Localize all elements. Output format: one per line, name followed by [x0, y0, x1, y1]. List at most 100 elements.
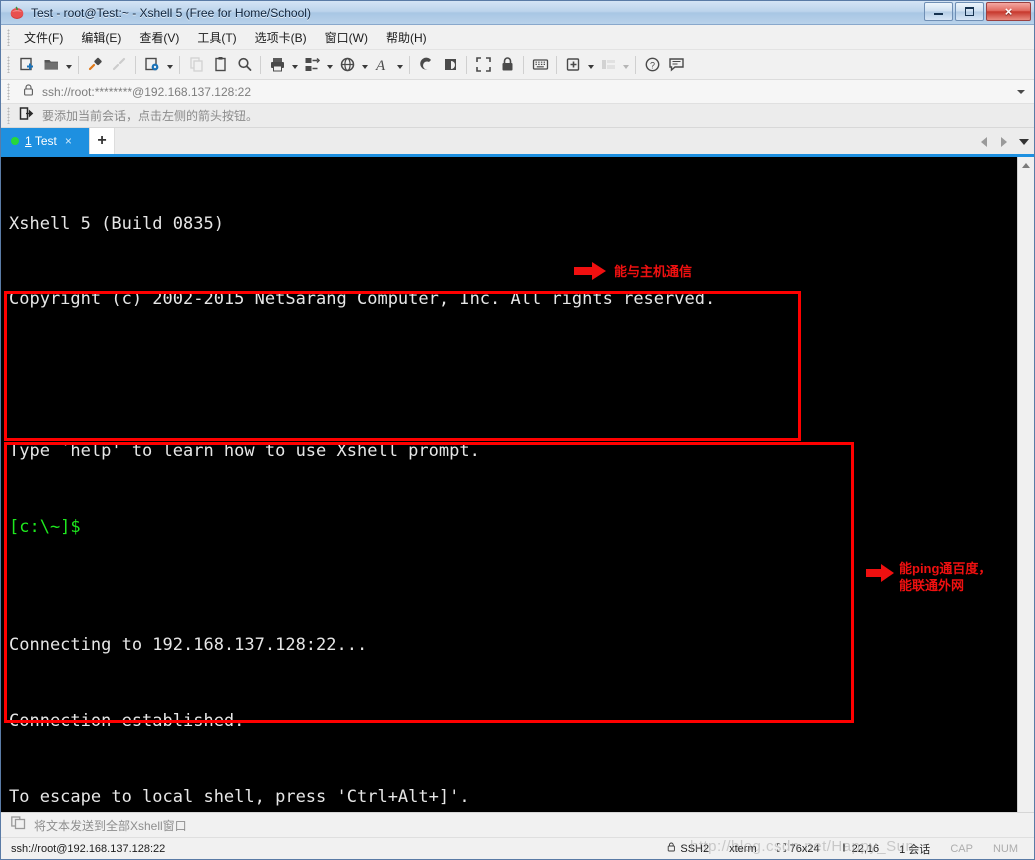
help-icon[interactable]: ?: [640, 53, 664, 77]
annotation-arrow-host-comm: [573, 261, 607, 286]
toolbar-separator: [260, 55, 261, 74]
tab-close-icon[interactable]: ×: [65, 134, 72, 148]
session-properties-dropdown-icon[interactable]: [164, 53, 175, 77]
menu-file[interactable]: 文件(F): [15, 26, 72, 49]
toolbar-grip[interactable]: [7, 56, 10, 73]
xshell-window: Test - root@Test:~ - Xshell 5 (Free for …: [0, 0, 1035, 860]
session-properties-icon[interactable]: [140, 53, 164, 77]
maximize-button[interactable]: [955, 2, 984, 21]
keyboard-icon[interactable]: [528, 53, 552, 77]
terminal-prompt-local: [c:\~]$: [9, 517, 81, 538]
status-num: NUM: [992, 842, 1018, 855]
toolbar-separator: [635, 55, 636, 74]
status-size: 76x24: [767, 842, 830, 855]
tab-title: Test: [34, 134, 57, 148]
cursor-icon: [840, 843, 848, 855]
lock-icon: [667, 842, 676, 855]
menu-bar: 文件(F) 编辑(E) 查看(V) 工具(T) 选项卡(B) 窗口(W) 帮助(…: [1, 25, 1034, 50]
tab-nav-controls: [976, 133, 1032, 151]
tab-label: 1 Test: [25, 134, 57, 148]
paste-icon[interactable]: [208, 53, 232, 77]
status-bar: ssh://root@192.168.137.128:22 SSH2 xterm: [1, 837, 1034, 859]
send-to-all-icon[interactable]: [11, 815, 26, 835]
toolbar-separator: [466, 55, 467, 74]
terminal-line: Copyright (c) 2002-2015 NetSarang Comput…: [9, 289, 716, 310]
address-input[interactable]: ssh://root:********@192.168.137.128:22: [15, 81, 1012, 103]
send-to-all-bar: 将文本发送到全部Xshell窗口: [1, 812, 1034, 837]
web-icon[interactable]: [335, 53, 359, 77]
terminal-scrollbar[interactable]: [1017, 157, 1034, 812]
new-session-icon[interactable]: [15, 53, 39, 77]
session-hint-bar: 要添加当前会话，点击左侧的箭头按钮。: [1, 104, 1034, 128]
copy-icon[interactable]: [184, 53, 208, 77]
status-protocol: SSH2: [657, 842, 719, 855]
main-toolbar: A ?: [1, 50, 1034, 80]
lock-icon[interactable]: [495, 53, 519, 77]
scroll-up-icon[interactable]: [1018, 157, 1035, 174]
status-right-group: SSH2 xterm 76x24 22,16 1 会话 CAP NUM: [657, 841, 1028, 857]
status-connection: ssh://root@192.168.137.128:22: [11, 842, 166, 855]
fullscreen-icon[interactable]: [471, 53, 495, 77]
xshell-app-icon: [9, 5, 25, 21]
toolbar-separator: [135, 55, 136, 74]
disconnect-icon[interactable]: [107, 53, 131, 77]
menu-tools[interactable]: 工具(T): [188, 26, 245, 49]
add-pane-icon[interactable]: [561, 53, 585, 77]
web-dropdown-icon[interactable]: [359, 53, 370, 77]
lock-icon: [23, 83, 34, 101]
address-dropdown-icon[interactable]: [1012, 81, 1030, 103]
menu-help[interactable]: 帮助(H): [377, 26, 436, 49]
transfer-dropdown-icon[interactable]: [324, 53, 335, 77]
close-icon: ×: [1004, 4, 1013, 19]
chevron-right-icon[interactable]: [996, 133, 1012, 151]
ssh-tunnel-icon[interactable]: [414, 53, 438, 77]
status-size-label: 76x24: [789, 842, 820, 855]
terminal-output[interactable]: Xshell 5 (Build 0835) Copyright (c) 2002…: [1, 157, 1017, 812]
connect-icon[interactable]: [83, 53, 107, 77]
chevron-left-icon[interactable]: [976, 133, 992, 151]
hint-grip[interactable]: [7, 107, 10, 124]
terminal-line: To escape to local shell, press 'Ctrl+Al…: [9, 787, 470, 808]
menu-window[interactable]: 窗口(W): [316, 26, 377, 49]
font-dropdown-icon[interactable]: [394, 53, 405, 77]
close-button[interactable]: ×: [986, 2, 1031, 21]
new-tab-button[interactable]: +: [89, 128, 115, 154]
tab-index: 1: [25, 134, 32, 148]
size-icon: [776, 842, 786, 855]
layout-dropdown-icon[interactable]: [620, 53, 631, 77]
minimize-button[interactable]: [924, 2, 953, 21]
tab-list-chevron-down-icon[interactable]: [1016, 133, 1032, 151]
font-icon[interactable]: A: [370, 53, 394, 77]
add-session-icon[interactable]: [19, 106, 34, 126]
send-to-all-label: 将文本发送到全部Xshell窗口: [34, 818, 187, 833]
svg-text:?: ?: [649, 61, 654, 71]
menu-grip[interactable]: [7, 28, 10, 46]
layout-icon[interactable]: [596, 53, 620, 77]
toolbar-separator: [523, 55, 524, 74]
address-grip[interactable]: [7, 83, 10, 100]
tab-test[interactable]: 1 Test ×: [1, 128, 89, 154]
annotation-ping-baidu: 能ping通百度， 能联通外网: [899, 561, 992, 593]
status-cursor-label: 22,16: [851, 842, 880, 855]
terminal-line: Type `help' to learn how to use Xshell p…: [9, 441, 480, 462]
comment-icon[interactable]: [664, 53, 688, 77]
title-bar: Test - root@Test:~ - Xshell 5 (Free for …: [1, 1, 1034, 25]
window-title: Test - root@Test:~ - Xshell 5 (Free for …: [31, 5, 311, 20]
toolbar-separator: [409, 55, 410, 74]
hint-text: 要添加当前会话，点击左侧的箭头按钮。: [42, 109, 259, 123]
find-icon[interactable]: [232, 53, 256, 77]
open-folder-icon[interactable]: [39, 53, 63, 77]
status-protocol-label: SSH2: [680, 842, 710, 855]
menu-view[interactable]: 查看(V): [130, 26, 188, 49]
add-pane-dropdown-icon[interactable]: [585, 53, 596, 77]
print-icon[interactable]: [265, 53, 289, 77]
transfer-icon[interactable]: [300, 53, 324, 77]
print-dropdown-icon[interactable]: [289, 53, 300, 77]
terminal-line: Xshell 5 (Build 0835): [9, 213, 224, 234]
sftp-icon[interactable]: [438, 53, 462, 77]
open-folder-dropdown-icon[interactable]: [63, 53, 74, 77]
annotation-arrow-ping-baidu: [865, 563, 895, 588]
menu-tabs[interactable]: 选项卡(B): [246, 26, 316, 49]
menu-edit[interactable]: 编辑(E): [72, 26, 130, 49]
